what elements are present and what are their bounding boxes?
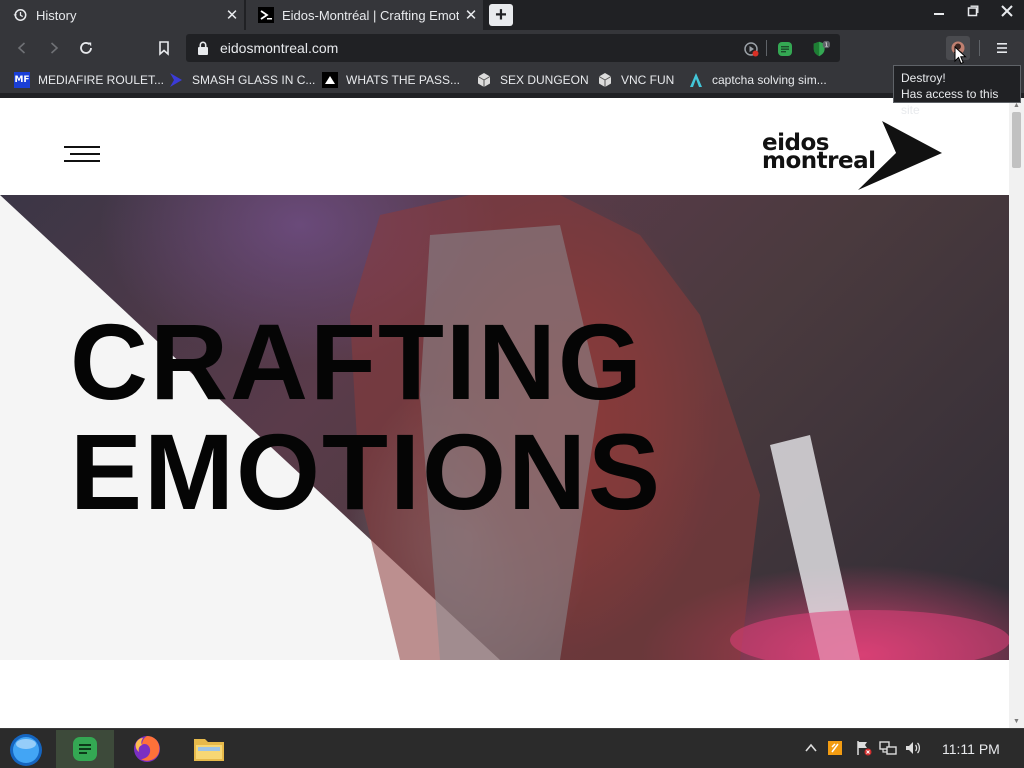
new-tab-button[interactable]: + (489, 4, 513, 26)
mouse-cursor-icon (954, 46, 967, 65)
action-center-icon[interactable] (855, 739, 873, 757)
minimize-icon[interactable] (922, 0, 956, 22)
taskbar-clock[interactable]: 11:11 PM (942, 741, 1000, 757)
arrow-logo-icon (858, 121, 942, 190)
mediafire-icon: MF (14, 72, 30, 88)
bookmark-label: SMASH GLASS IN C... (192, 73, 316, 87)
web-page: eidos montreal CRAFTING EMOTIONS (0, 98, 1009, 728)
smash-icon (168, 72, 184, 88)
scroll-down-icon[interactable]: ▼ (1009, 714, 1024, 728)
bookmark-label: SEX DUNGEON (500, 73, 589, 87)
scroll-thumb[interactable] (1012, 112, 1021, 168)
bookmark-label: WHATS THE PASS... (346, 73, 461, 87)
tooltip-subtitle: Has access to this site (901, 87, 999, 117)
tab-strip: History ✕ Eidos-Montréal | Crafting Emot… (0, 0, 1024, 30)
tray-app-icon[interactable] (826, 739, 844, 757)
separator (979, 40, 980, 56)
menu-icon[interactable] (990, 36, 1014, 60)
tab-title: Eidos-Montréal | Crafting Emotion (282, 7, 459, 23)
reload-icon[interactable] (74, 36, 98, 60)
close-icon[interactable]: ✕ (459, 3, 483, 27)
window-close-icon[interactable] (990, 0, 1024, 22)
restore-icon[interactable] (956, 0, 990, 22)
notes-extension-icon[interactable] (776, 40, 794, 58)
tab-history[interactable]: History ✕ (0, 0, 244, 30)
bookmarks-bar: MF MEDIAFIRE ROULET... SMASH GLASS IN C.… (0, 66, 1024, 94)
back-arrow-icon[interactable] (10, 36, 34, 60)
volume-icon[interactable] (904, 739, 922, 757)
terminal-icon (258, 7, 274, 23)
forward-arrow-icon[interactable] (42, 36, 66, 60)
svg-text:1: 1 (825, 43, 828, 49)
bookmark-label: captcha solving sim... (712, 73, 827, 87)
history-icon (12, 7, 28, 23)
bookmark-item[interactable]: SEX DUNGEON (476, 71, 589, 89)
cube-icon (597, 72, 613, 88)
hero-banner: CRAFTING EMOTIONS (0, 195, 1009, 660)
bookmark-item[interactable]: SMASH GLASS IN C... (168, 71, 315, 89)
cube-icon (476, 72, 492, 88)
start-orb-icon[interactable] (6, 731, 46, 767)
hamburger-menu-icon[interactable] (64, 146, 100, 164)
close-icon[interactable]: ✕ (220, 3, 244, 27)
address-bar[interactable]: eidosmontreal.com 1 (186, 34, 840, 62)
window-controls (922, 0, 1024, 22)
bookmark-item[interactable]: WHATS THE PASS... (322, 71, 460, 89)
firefox-task[interactable] (118, 730, 176, 768)
notes-app-task[interactable] (56, 730, 114, 768)
tab-eidos[interactable]: Eidos-Montréal | Crafting Emotion ✕ (245, 0, 483, 30)
hero-heading-line: CRAFTING (70, 301, 644, 422)
lock-icon[interactable] (196, 40, 212, 56)
bookmark-label: MEDIAFIRE ROULET... (38, 73, 165, 87)
hero-heading: CRAFTING EMOTIONS (70, 307, 662, 527)
extension-tooltip: Destroy! Has access to this site (893, 65, 1021, 117)
page-scrollbar[interactable]: ▲ ▼ (1009, 98, 1024, 728)
tray-arrow-icon[interactable] (802, 739, 820, 757)
notes-app-icon (73, 737, 97, 761)
bookmark-label: VNC FUN (621, 73, 675, 87)
bookmark-item[interactable]: MF MEDIAFIRE ROULET... (14, 71, 164, 89)
media-router-icon[interactable] (742, 40, 760, 58)
a-logo-icon (688, 72, 704, 88)
bookmark-item[interactable]: captcha solving sim... (688, 71, 827, 89)
shield-extension-icon[interactable]: 1 (812, 40, 830, 58)
bookmark-item[interactable]: VNC FUN (597, 71, 674, 89)
toolbar: eidosmontreal.com 1 (0, 30, 1024, 66)
folder-icon (194, 739, 224, 761)
hero-heading-line: EMOTIONS (70, 411, 663, 532)
network-icon[interactable] (879, 739, 897, 757)
url-text: eidosmontreal.com (220, 40, 339, 56)
triangle-icon (322, 72, 338, 88)
taskbar: 11:11 PM (0, 728, 1024, 768)
file-manager-task[interactable] (180, 730, 238, 768)
eidos-montreal-logo[interactable]: eidos montreal (760, 120, 945, 192)
tab-title: History (36, 7, 77, 23)
bookmark-icon[interactable] (152, 36, 176, 60)
firefox-icon (134, 736, 160, 762)
tooltip-title: Destroy! (901, 71, 946, 85)
separator (766, 40, 767, 56)
